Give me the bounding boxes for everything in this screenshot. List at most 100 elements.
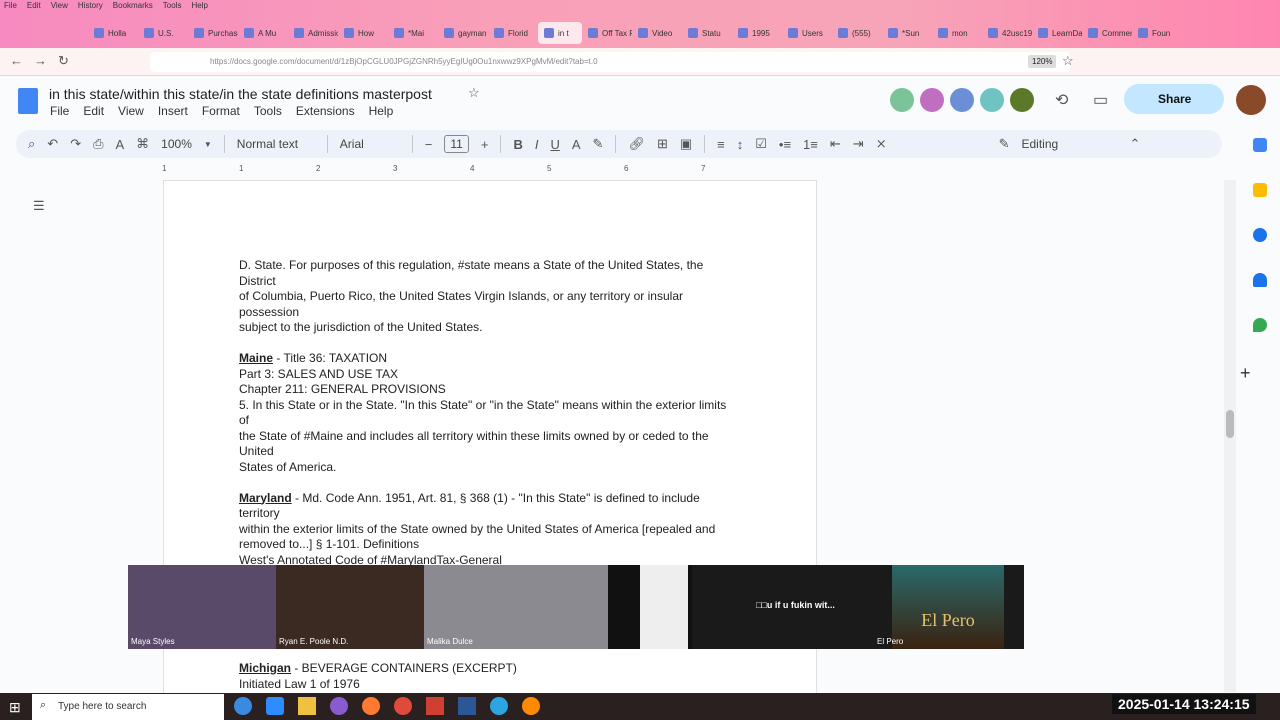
line-spacing-icon[interactable]: ↕	[737, 137, 744, 152]
document-body-continued[interactable]: Michigan - BEVERAGE CONTAINERS (EXCERPT)…	[239, 661, 739, 692]
font-size-input[interactable]: 11	[444, 135, 469, 153]
taskbar-search[interactable]: Type here to search	[32, 694, 224, 720]
contacts-icon[interactable]	[1253, 273, 1267, 287]
scrollbar-thumb[interactable]	[1226, 410, 1234, 438]
star-icon[interactable]: ☆	[468, 85, 480, 101]
docs-menu-item[interactable]: Help	[369, 104, 394, 118]
collapse-icon[interactable]: ⌃	[1130, 136, 1141, 152]
style-select[interactable]: Normal text	[237, 137, 315, 151]
decrease-font-icon[interactable]: −	[425, 137, 433, 152]
browser-tab[interactable]: 42usc198	[982, 22, 1032, 44]
browser-tab[interactable]: Statu	[682, 22, 732, 44]
link-icon[interactable]: 🔗︎	[628, 136, 645, 152]
browser-tab[interactable]: How	[338, 22, 388, 44]
tasks-icon[interactable]	[1253, 228, 1267, 242]
browser-tab[interactable]: mon	[932, 22, 982, 44]
docs-menu-item[interactable]: Insert	[158, 104, 188, 118]
increase-font-icon[interactable]: +	[481, 137, 489, 152]
italic-icon[interactable]: I	[535, 137, 539, 152]
app-icon[interactable]	[330, 697, 348, 715]
avatar[interactable]	[890, 88, 914, 112]
underline-icon[interactable]: U	[550, 137, 559, 152]
browser-menu-item[interactable]: Tools	[163, 1, 182, 10]
zoom-level[interactable]: 120%	[1028, 55, 1057, 68]
search-icon[interactable]: ⌕	[28, 136, 35, 152]
browser-tab[interactable]: 1995	[732, 22, 782, 44]
docs-menu-item[interactable]: File	[50, 104, 69, 118]
chrome-icon[interactable]	[394, 697, 412, 715]
bookmark-star-icon[interactable]: ☆	[1062, 53, 1074, 69]
docs-menu-item[interactable]: View	[118, 104, 144, 118]
browser-tab[interactable]: Video	[632, 22, 682, 44]
add-addon-icon[interactable]: +	[1240, 363, 1251, 384]
redo-icon[interactable]: ↷	[70, 136, 81, 152]
comments-icon[interactable]: ▭	[1093, 90, 1108, 110]
keep-icon[interactable]	[1253, 183, 1267, 197]
ruler[interactable]: 1 1 2 3 4 5 6 7	[162, 163, 817, 177]
text-color-icon[interactable]: A	[572, 137, 581, 152]
video-tile[interactable]: □□u if u fukin wit... El Pero El Pero	[692, 565, 1024, 649]
paint-format-icon[interactable]: ⌘	[136, 136, 149, 152]
calendar-icon[interactable]	[1253, 138, 1267, 152]
maps-icon[interactable]	[1253, 318, 1267, 332]
zoom-app-icon[interactable]	[266, 697, 284, 715]
decrease-indent-icon[interactable]: ⇤	[830, 136, 841, 152]
docs-menu-item[interactable]: Extensions	[296, 104, 355, 118]
clear-format-icon[interactable]: ⨯	[876, 136, 887, 152]
browser-tab[interactable]: Purchase	[188, 22, 238, 44]
browser-tab[interactable]: U.S.	[138, 22, 188, 44]
firefox-icon[interactable]	[362, 697, 380, 715]
browser-menu-item[interactable]: Edit	[27, 1, 41, 10]
numbered-list-icon[interactable]: 1≡	[803, 137, 818, 152]
browser-tab[interactable]: A Mu	[238, 22, 288, 44]
document-title[interactable]: in this state/within this state/in the s…	[49, 86, 432, 102]
forward-icon[interactable]: →	[34, 53, 47, 68]
browser-tab[interactable]: Off Tax R	[582, 22, 632, 44]
word-icon[interactable]	[458, 697, 476, 715]
app-icon[interactable]	[234, 697, 252, 715]
account-avatar[interactable]	[1236, 85, 1266, 115]
print-icon[interactable]: ⎙	[93, 136, 103, 152]
app-icon[interactable]	[426, 697, 444, 715]
share-button[interactable]: Share	[1124, 84, 1224, 114]
highlight-icon[interactable]: ✎	[593, 136, 604, 152]
align-icon[interactable]: ≡	[717, 137, 725, 152]
browser-menu-item[interactable]: View	[51, 1, 68, 10]
font-select[interactable]: Arial	[340, 137, 400, 151]
video-tile[interactable]: Ryan E. Poole N.D.	[276, 565, 424, 649]
browser-tab[interactable]: Admissio	[288, 22, 338, 44]
docs-menu-item[interactable]: Tools	[254, 104, 282, 118]
undo-icon[interactable]: ↶	[47, 136, 58, 152]
browser-menu-item[interactable]: History	[78, 1, 103, 10]
zoom-select[interactable]: 100%	[161, 137, 192, 151]
browser-tab[interactable]: Florid	[488, 22, 538, 44]
outline-icon[interactable]: ☰	[33, 198, 45, 214]
browser-tab[interactable]: *Mai	[388, 22, 438, 44]
increase-indent-icon[interactable]: ⇥	[853, 136, 864, 152]
avatar[interactable]	[950, 88, 974, 112]
browser-menu-item[interactable]: Bookmarks	[113, 1, 153, 10]
browser-tab[interactable]: gayman	[438, 22, 488, 44]
video-tile[interactable]: Maya Styles	[128, 565, 276, 649]
browser-tab[interactable]: LearnDa	[1032, 22, 1082, 44]
browser-tab[interactable]: *Sun	[882, 22, 932, 44]
browser-tab[interactable]: Foun	[1132, 22, 1182, 44]
bold-icon[interactable]: B	[513, 137, 522, 152]
url-input[interactable]: https://docs.google.com/document/d/1zBjO…	[150, 52, 1070, 72]
browser-tab[interactable]: Commen	[1082, 22, 1132, 44]
editing-mode-select[interactable]: Editing	[1022, 137, 1102, 151]
windows-start-icon[interactable]: ⊞	[9, 699, 21, 716]
browser-menu-item[interactable]: File	[4, 1, 17, 10]
docs-logo-icon[interactable]	[18, 88, 38, 114]
browser-menu-item[interactable]: Help	[191, 1, 207, 10]
back-icon[interactable]: ←	[10, 53, 23, 68]
video-tile[interactable]: Malika Dulce	[424, 565, 608, 649]
telegram-icon[interactable]	[490, 697, 508, 715]
image-icon[interactable]: ▣	[680, 136, 692, 152]
vlc-icon[interactable]	[522, 697, 540, 715]
avatar[interactable]	[920, 88, 944, 112]
docs-menu-item[interactable]: Edit	[83, 104, 104, 118]
history-icon[interactable]: ⟲	[1055, 90, 1068, 110]
avatar[interactable]	[980, 88, 1004, 112]
docs-menu-item[interactable]: Format	[202, 104, 240, 118]
